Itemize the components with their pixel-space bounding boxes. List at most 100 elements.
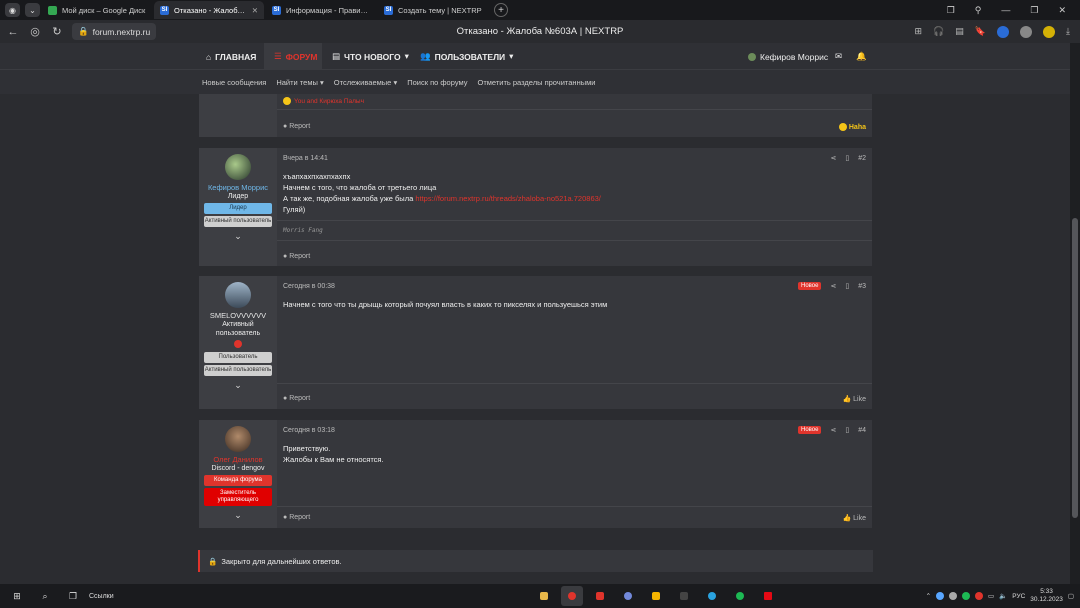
subnav-item-0[interactable]: Новые сообщения: [202, 78, 266, 87]
nav-home[interactable]: ⌂ ГЛАВНАЯ: [206, 43, 256, 70]
post-actions: ⋖ ▯ #2: [830, 154, 866, 163]
chevron-down-icon: ▾: [393, 77, 398, 87]
tabs-dropdown-icon[interactable]: ⌄: [25, 3, 40, 17]
bookmark-icon[interactable]: ▯: [845, 426, 849, 434]
thread-content: You and Кирюха Палыч ● Report Haha Кефир…: [0, 94, 1070, 584]
url-field[interactable]: 🔒 forum.nextrp.ru: [72, 23, 157, 40]
close-window-button[interactable]: ✕: [1058, 5, 1066, 16]
windows-start-icon[interactable]: ⊞: [6, 586, 28, 606]
share-icon[interactable]: ⋖: [830, 282, 836, 290]
subnav-item-2[interactable]: Отслеживаемые ▾: [334, 78, 397, 87]
spotify-icon[interactable]: [729, 586, 751, 606]
chevron-down-icon[interactable]: ⌄: [234, 231, 242, 242]
search-box[interactable]: Ссылки: [89, 593, 114, 600]
report-link[interactable]: ● Report: [283, 253, 310, 260]
like-button[interactable]: 👍 Like: [842, 514, 866, 522]
tray-app-icon[interactable]: [975, 592, 984, 600]
nav-forums[interactable]: ☰ ФОРУМ: [264, 43, 322, 70]
pin-icon[interactable]: ⚲: [975, 5, 982, 16]
avatar[interactable]: [225, 154, 251, 180]
username[interactable]: Кефиров Моррис: [208, 183, 268, 192]
yandex-browser-icon[interactable]: [561, 586, 583, 606]
nav-members[interactable]: 👥 ПОЛЬЗОВАТЕЛИ ▾: [420, 43, 513, 70]
nav-whats-new[interactable]: ▤ ЧТО НОВОГО ▾: [332, 43, 409, 70]
bookmark-icon[interactable]: ▯: [845, 282, 849, 290]
restore-button[interactable]: ❐: [1030, 5, 1038, 16]
avatar[interactable]: [225, 426, 251, 452]
scrollbar-thumb[interactable]: [1072, 218, 1078, 518]
reload-icon[interactable]: ↻: [48, 25, 66, 38]
post-number[interactable]: #2: [858, 155, 866, 162]
headphones-icon[interactable]: 🎧: [933, 26, 944, 37]
search-icon[interactable]: ⌕: [34, 586, 56, 606]
tab-1[interactable]: SIОтказано - Жалоба №603А | NEXTRP✕: [154, 1, 264, 19]
reader-icon[interactable]: ▤: [955, 26, 964, 37]
thread-link[interactable]: https://forum.nextrp.ru/threads/zhaloba-…: [415, 194, 601, 203]
username[interactable]: Олег Данилов: [213, 455, 262, 464]
user-menu[interactable]: Кефиров Моррис: [748, 43, 828, 70]
chevron-down-icon[interactable]: ⌄: [234, 380, 242, 391]
browser-menu-icon[interactable]: ◉: [5, 3, 20, 17]
alice-icon[interactable]: [1043, 25, 1056, 38]
report-link[interactable]: ● Report: [283, 395, 310, 403]
reactions-summary[interactable]: You and Кирюха Палыч: [283, 97, 364, 105]
share-icon[interactable]: ⋖: [830, 154, 836, 162]
username[interactable]: SMELOVVVVVV: [210, 311, 266, 320]
minimize-button[interactable]: —: [1001, 5, 1010, 16]
download-icon[interactable]: ⤓: [1066, 26, 1070, 37]
close-tab-icon[interactable]: ✕: [252, 6, 258, 15]
tab-2[interactable]: SIИнформация - Правила сервера: [266, 1, 376, 19]
rockstar-icon[interactable]: [645, 586, 667, 606]
post-2: Кефиров Моррис Лидер Лидер Активный поль…: [198, 147, 873, 267]
favicon-icon: SI: [160, 5, 169, 15]
tab-3[interactable]: SI Создать тему | NEXTRP: [378, 1, 488, 19]
network-icon[interactable]: ▭: [988, 592, 994, 600]
youtube-icon[interactable]: [589, 586, 611, 606]
bookmark-icon[interactable]: ▯: [845, 154, 849, 162]
file-explorer-icon[interactable]: [533, 586, 555, 606]
user-title: Discord - dengov: [211, 465, 265, 472]
language-indicator[interactable]: РУС: [1012, 593, 1025, 600]
subnav-item-4[interactable]: Отметить разделы прочитанными: [477, 78, 595, 87]
post-text: Гуляй): [283, 205, 306, 214]
subnav-item-1[interactable]: Найти темы ▾: [276, 78, 323, 87]
subnav-item-3[interactable]: Поиск по форуму: [407, 78, 467, 87]
tray-app-icon[interactable]: [936, 592, 945, 600]
clock[interactable]: 5:33 30.12.2023: [1030, 588, 1063, 604]
inbox-icon[interactable]: ✉: [835, 43, 842, 70]
post-number[interactable]: #3: [858, 283, 866, 290]
spotify-tray-icon[interactable]: [962, 592, 971, 600]
tab-list: Мой диск – Google Диск SI Отказано - Жалоб…: [40, 1, 488, 19]
epic-games-icon[interactable]: [673, 586, 695, 606]
tray-app-icon[interactable]: [949, 592, 958, 600]
vpn-icon[interactable]: [1020, 25, 1033, 38]
reaction-button[interactable]: Haha: [838, 123, 866, 131]
telegram-icon[interactable]: [701, 586, 723, 606]
post-date[interactable]: Сегодня в 03:18: [283, 427, 335, 434]
discord-icon[interactable]: [617, 586, 639, 606]
share-icon[interactable]: ⋖: [830, 426, 836, 434]
netflix-icon[interactable]: [757, 586, 779, 606]
notifications-icon[interactable]: ▢: [1068, 592, 1074, 600]
volume-icon[interactable]: 🔈: [999, 592, 1007, 600]
tab-0[interactable]: Мой диск – Google Диск: [42, 1, 152, 19]
bookmark-icon[interactable]: 🔖: [975, 26, 986, 37]
chevron-up-icon[interactable]: ⌃: [926, 592, 931, 600]
back-arrow-icon[interactable]: ←: [4, 26, 22, 38]
protect-icon[interactable]: ◎: [26, 25, 44, 38]
shazam-icon[interactable]: [997, 25, 1010, 38]
bell-icon[interactable]: 🔔: [856, 43, 867, 70]
tab-manager-icon[interactable]: ❐: [947, 5, 955, 16]
new-tab-button[interactable]: +: [494, 3, 508, 17]
post-number[interactable]: #4: [858, 427, 866, 434]
post-date[interactable]: Сегодня в 00:38: [283, 283, 335, 290]
post-date[interactable]: Вчера в 14:41: [283, 155, 328, 162]
task-view-icon[interactable]: ❐: [62, 586, 84, 606]
avatar[interactable]: [225, 282, 251, 308]
page-scrollbar[interactable]: [1070, 43, 1080, 584]
extensions-icon[interactable]: ⊞: [915, 26, 923, 37]
like-button[interactable]: 👍 Like: [842, 395, 866, 403]
report-link[interactable]: ● Report: [283, 123, 310, 131]
chevron-down-icon[interactable]: ⌄: [234, 510, 242, 521]
report-link[interactable]: ● Report: [283, 514, 310, 522]
